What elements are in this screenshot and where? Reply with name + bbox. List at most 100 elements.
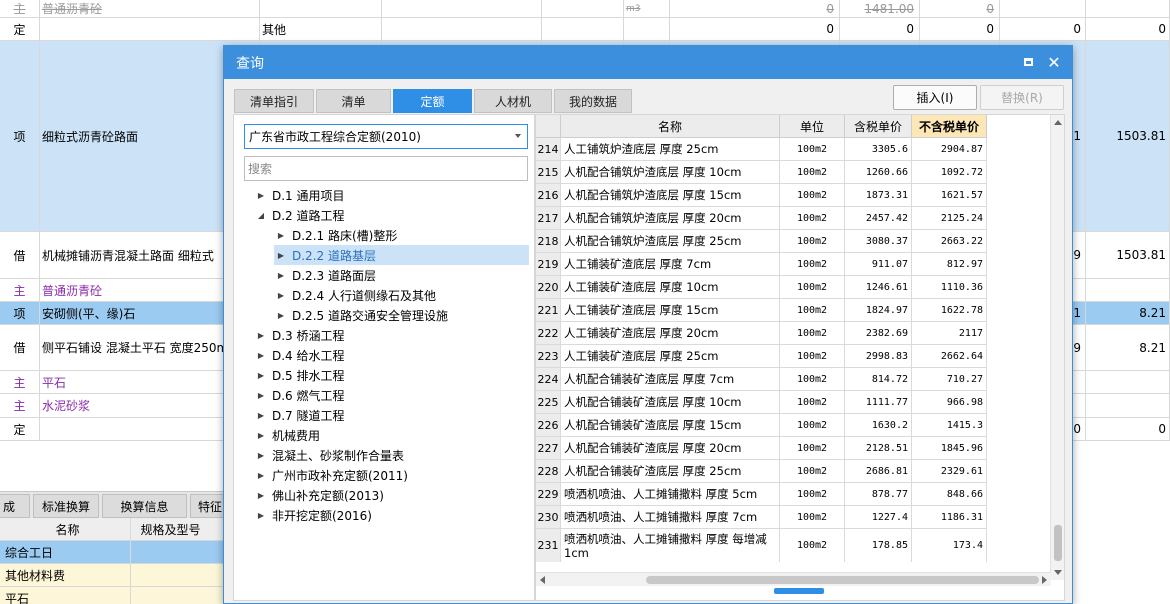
caret-right-icon[interactable]: ▶: [254, 431, 268, 440]
quota-cell-unit: 100m2: [780, 207, 845, 230]
bottom-grid-header-spec: 规格及型号: [130, 518, 210, 540]
scroll-right-icon[interactable]: [1042, 576, 1047, 584]
tree-node[interactable]: ▶ D.2.1 路床(槽)整形: [274, 225, 529, 245]
background-cell: 0: [1000, 18, 1086, 40]
dialog-titlebar[interactable]: 查询 ✕: [224, 46, 1072, 79]
search-input[interactable]: [244, 156, 528, 181]
background-row[interactable]: 主普通沥青砼 m3 0 1481.00 0: [0, 0, 1170, 18]
caret-right-icon[interactable]: ▶: [254, 371, 268, 380]
quota-cell-p2: 812.97: [912, 253, 987, 276]
grid-header-price-notax[interactable]: 不含税单价: [912, 115, 987, 138]
grid-header-price-tax[interactable]: 含税单价: [845, 115, 912, 138]
grid-header-unit[interactable]: 单位: [780, 115, 845, 138]
quota-row[interactable]: 226 人机配合铺装矿渣底层 厚度 15cm 100m2 1630.2 1415.3: [536, 414, 987, 437]
tree-node[interactable]: ▶ 混凝土、砂浆制作合量表: [254, 445, 529, 465]
quota-row[interactable]: 222 人工铺装矿渣底层 厚度 20cm 100m2 2382.69 2117: [536, 322, 987, 345]
quota-row[interactable]: 231 喷洒机喷油、人工摊铺撒料 厚度 每增减1cm 100m2 178.85 173.…: [536, 529, 987, 562]
background-cell: 8.21: [1086, 325, 1170, 370]
caret-right-icon[interactable]: ▶: [274, 231, 288, 240]
tab-quota[interactable]: 定额: [393, 89, 472, 113]
grid-header-name[interactable]: 名称: [561, 115, 780, 138]
tree-node[interactable]: ◢ D.2 道路工程: [254, 205, 529, 225]
bottom-grid-row[interactable]: 其他材料费: [0, 564, 230, 587]
tree-node[interactable]: ▶ D.4 给水工程: [254, 345, 529, 365]
caret-right-icon[interactable]: ▶: [254, 331, 268, 340]
tree-node[interactable]: ▶ D.2.2 道路基层: [274, 245, 529, 265]
caret-right-icon[interactable]: ▶: [274, 271, 288, 280]
caret-right-icon[interactable]: ▶: [254, 471, 268, 480]
caret-down-icon[interactable]: ◢: [254, 211, 268, 220]
tree-node[interactable]: ▶ D.2.5 道路交通安全管理设施: [274, 305, 529, 325]
scroll-left-icon[interactable]: [540, 576, 545, 584]
horizontal-scrollbar[interactable]: [536, 572, 1051, 586]
quota-cell-idx: 227: [536, 437, 561, 460]
horizontal-scroll-thumb[interactable]: [646, 576, 1039, 584]
maximize-icon[interactable]: [1018, 53, 1038, 71]
quota-row[interactable]: 225 人机配合铺装矿渣底层 厚度 10cm 100m2 1111.77 966.98: [536, 391, 987, 414]
tree-node[interactable]: ▶ D.3 桥涵工程: [254, 325, 529, 345]
tab-bill[interactable]: 清单: [316, 89, 391, 113]
quota-row[interactable]: 220 人工铺装矿渣底层 厚度 10cm 100m2 1246.61 1110.36: [536, 276, 987, 299]
caret-right-icon[interactable]: ▶: [254, 491, 268, 500]
quota-cell-p1: 1227.4: [845, 506, 912, 529]
quota-row[interactable]: 224 人机配合铺装矿渣底层 厚度 7cm 100m2 814.72 710.27: [536, 368, 987, 391]
background-row[interactable]: 定其他 0 0 0 0 0: [0, 18, 1170, 41]
quota-row[interactable]: 215 人机配合铺筑炉渣底层 厚度 10cm 100m2 1260.66 1092.72: [536, 161, 987, 184]
quota-row[interactable]: 223 人工铺装矿渣底层 厚度 25cm 100m2 2998.83 2662.64: [536, 345, 987, 368]
caret-right-icon[interactable]: ▶: [254, 351, 268, 360]
grid-header-index[interactable]: [536, 115, 561, 138]
tree-node[interactable]: ▶ D.6 燃气工程: [254, 385, 529, 405]
quota-cell-p2: 2662.64: [912, 345, 987, 368]
quota-cell-p2: 1845.96: [912, 437, 987, 460]
bottom-tab[interactable]: 换算信息: [102, 494, 187, 518]
quota-row[interactable]: 230 喷洒机喷油、人工摊铺撒料 厚度 7cm 100m2 1227.4 1186.31: [536, 506, 987, 529]
background-cell: 主: [0, 371, 40, 393]
tree-node[interactable]: ▶ 广州市政补充定额(2011): [254, 465, 529, 485]
caret-right-icon[interactable]: ▶: [274, 311, 288, 320]
tree-node[interactable]: ▶ D.5 排水工程: [254, 365, 529, 385]
tree-node[interactable]: ▶ 佛山补充定额(2013): [254, 485, 529, 505]
bottom-tab[interactable]: 标准换算: [33, 494, 99, 518]
quota-row[interactable]: 218 人机配合铺筑炉渣底层 厚度 25cm 100m2 3080.37 2663.22: [536, 230, 987, 253]
tree-node[interactable]: ▶ D.2.4 人行道侧缘石及其他: [274, 285, 529, 305]
tree-node[interactable]: ▶ D.7 隧道工程: [254, 405, 529, 425]
caret-right-icon[interactable]: ▶: [254, 391, 268, 400]
quota-row[interactable]: 217 人机配合铺筑炉渣底层 厚度 20cm 100m2 2457.42 2125.24: [536, 207, 987, 230]
scroll-down-icon[interactable]: [1054, 570, 1062, 575]
quota-library-select[interactable]: 广东省市政工程综合定额(2010): [244, 124, 528, 149]
bottom-tab[interactable]: 成: [0, 494, 30, 518]
close-icon[interactable]: ✕: [1044, 53, 1064, 72]
caret-right-icon[interactable]: ▶: [254, 411, 268, 420]
quota-row[interactable]: 227 人机配合铺装矿渣底层 厚度 20cm 100m2 2128.51 1845.96: [536, 437, 987, 460]
background-cell: [260, 0, 382, 17]
vertical-scroll-thumb[interactable]: [1054, 525, 1062, 561]
caret-right-icon[interactable]: ▶: [254, 451, 268, 460]
quota-row[interactable]: 228 人机配合铺装矿渣底层 厚度 25cm 100m2 2686.81 2329.61: [536, 460, 987, 483]
bottom-grid-row[interactable]: 综合工日: [0, 541, 230, 564]
tab-material[interactable]: 人材机: [474, 89, 552, 113]
tab-guide[interactable]: 清单指引: [234, 89, 314, 113]
tree-node[interactable]: ▶ D.2.3 道路面层: [274, 265, 529, 285]
quota-row[interactable]: 219 人工铺装矿渣底层 厚度 7cm 100m2 911.07 812.97: [536, 253, 987, 276]
tree-node[interactable]: ▶ D.1 通用项目: [254, 185, 529, 205]
quota-row[interactable]: 229 喷洒机喷油、人工摊铺撒料 厚度 5cm 100m2 878.77 848.66: [536, 483, 987, 506]
tab-mydata[interactable]: 我的数据: [554, 89, 632, 113]
caret-right-icon[interactable]: ▶: [254, 191, 268, 200]
bottom-grid-cell: 平石: [5, 591, 30, 604]
expand-handle[interactable]: [774, 588, 824, 594]
caret-right-icon[interactable]: ▶: [274, 251, 288, 260]
quota-row[interactable]: 214 人工铺筑炉渣底层 厚度 25cm 100m2 3305.6 2904.87: [536, 138, 987, 161]
quota-cell-idx: 221: [536, 299, 561, 322]
tree-node[interactable]: ▶ 非开挖定额(2016): [254, 505, 529, 525]
quota-row[interactable]: 221 人工铺装矿渣底层 厚度 15cm 100m2 1824.97 1622.78: [536, 299, 987, 322]
background-cell: [382, 18, 542, 40]
quota-row[interactable]: 216 人机配合铺筑炉渣底层 厚度 15cm 100m2 1873.31 1621.57: [536, 184, 987, 207]
replace-button[interactable]: 替换(R): [980, 85, 1064, 110]
tree-node[interactable]: ▶ 机械费用: [254, 425, 529, 445]
vertical-scrollbar[interactable]: [1050, 115, 1064, 580]
caret-right-icon[interactable]: ▶: [274, 291, 288, 300]
caret-right-icon[interactable]: ▶: [254, 511, 268, 520]
scroll-up-icon[interactable]: [1054, 120, 1062, 125]
insert-button[interactable]: 插入(I): [893, 85, 977, 110]
bottom-grid-row[interactable]: 平石: [0, 587, 230, 604]
